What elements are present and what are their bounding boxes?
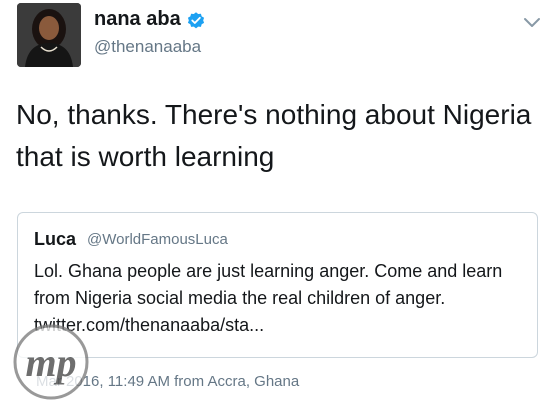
quoted-author-name: Luca xyxy=(34,229,77,249)
tweet-text: No, thanks. There's nothing about Nigeri… xyxy=(16,99,532,172)
tweet-location[interactable]: Accra, Ghana xyxy=(207,373,299,390)
tweet: nana aba @thenanaaba No, thanks. There's… xyxy=(0,0,557,407)
author-handle[interactable]: @thenanaaba xyxy=(94,37,201,57)
avatar-image xyxy=(17,3,81,67)
verified-badge-icon xyxy=(187,12,205,29)
avatar[interactable] xyxy=(17,3,81,67)
chevron-down-icon[interactable] xyxy=(523,17,541,29)
mp-watermark-logo: mp xyxy=(13,324,89,400)
svg-text:mp: mp xyxy=(25,340,76,385)
quoted-author-handle: @WorldFamousLuca xyxy=(87,231,228,248)
from-label: from xyxy=(174,373,205,390)
quoted-tweet-text: Lol. Ghana people are just learning ange… xyxy=(34,261,503,335)
author-display-name[interactable]: nana aba xyxy=(94,8,181,31)
